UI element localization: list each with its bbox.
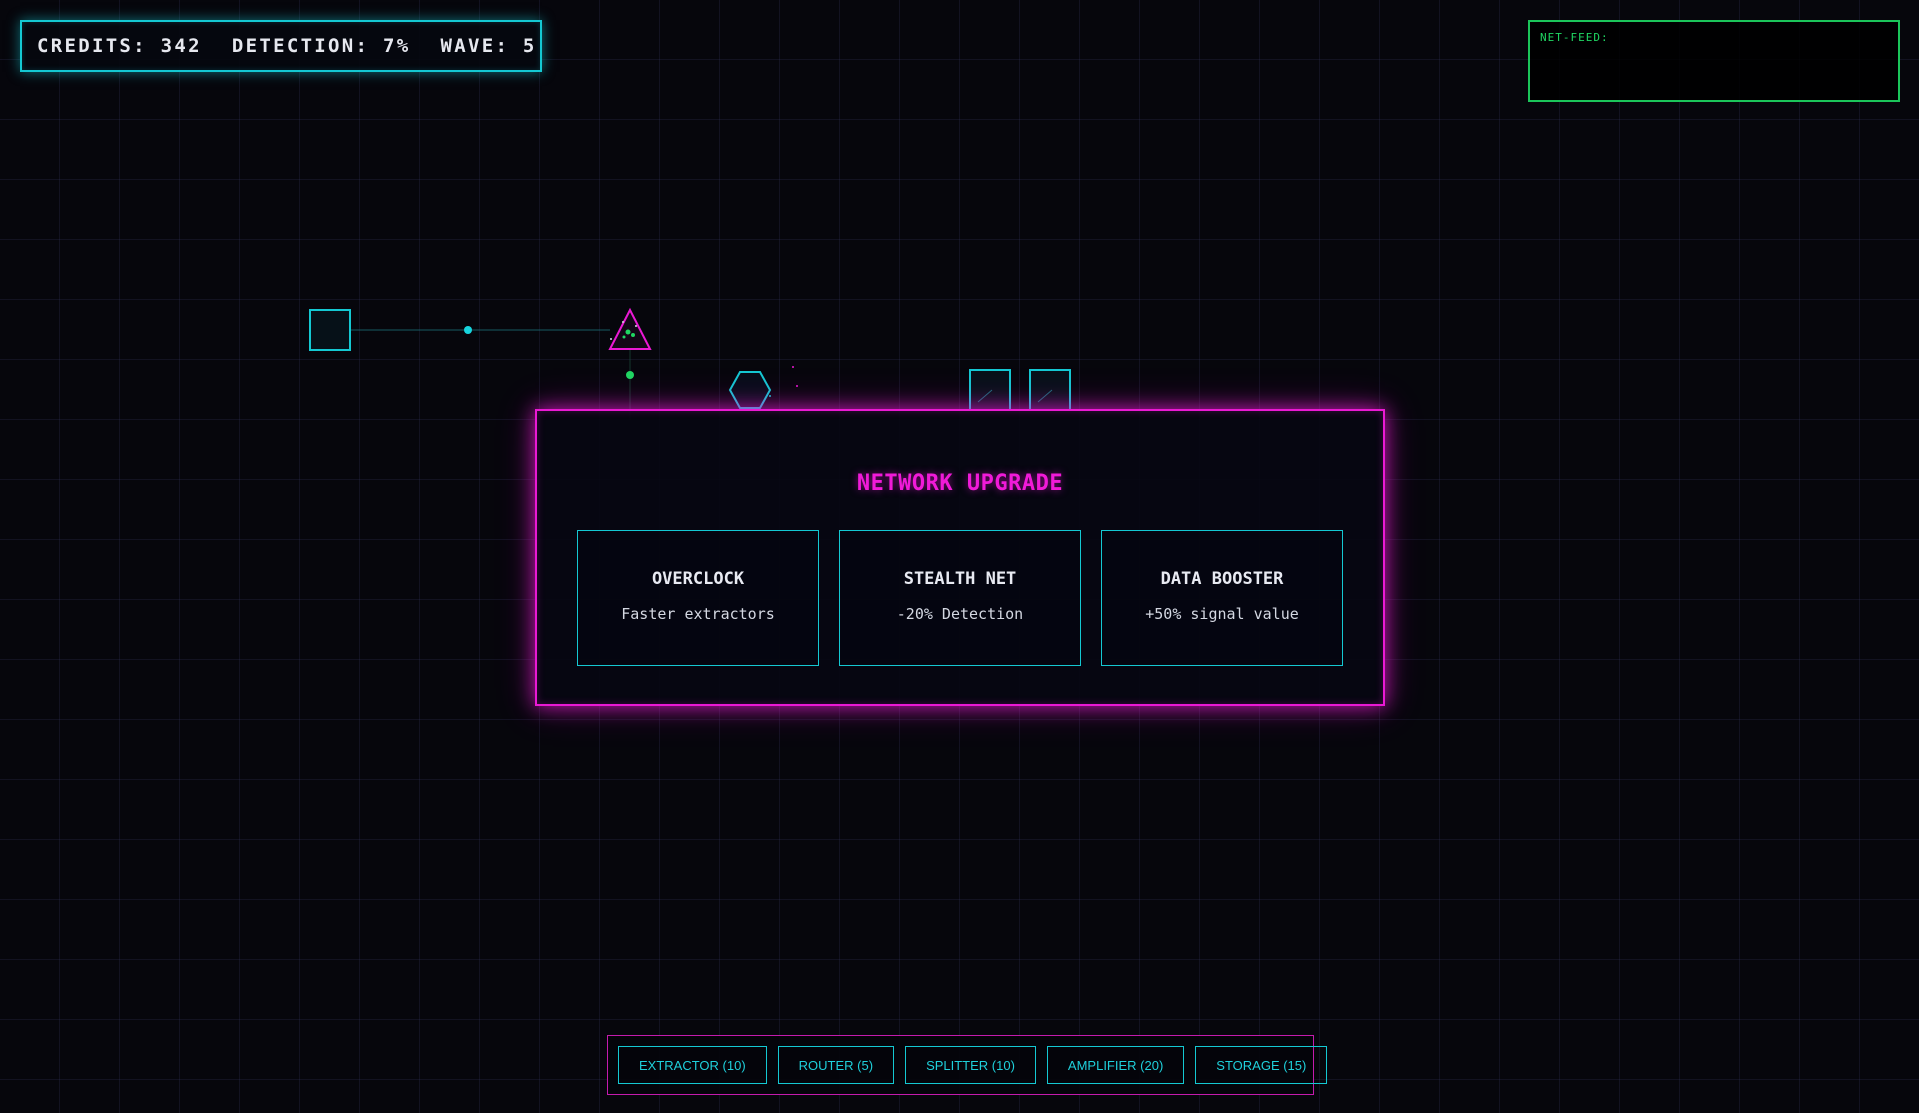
splitter-node[interactable]	[728, 371, 772, 409]
build-toolbar: EXTRACTOR (10) ROUTER (5) SPLITTER (10) …	[607, 1035, 1328, 1095]
detection-display: DETECTION: 7%	[231, 35, 411, 57]
modal-title: NETWORK UPGRADE	[856, 471, 1064, 496]
hud-stats: CREDITS: 342 DETECTION: 7% WAVE: 5	[20, 20, 542, 72]
upgrade-card-stealth-net[interactable]: STEALTH NET -20% Detection	[839, 530, 1081, 666]
upgrade-modal: NETWORK UPGRADE OVERCLOCK Faster extract…	[535, 409, 1385, 706]
spark	[635, 325, 637, 327]
upgrade-description: +50% signal value	[1145, 605, 1299, 623]
spark	[622, 335, 626, 339]
spark	[625, 329, 631, 335]
build-amplifier-button[interactable]: AMPLIFIER (20)	[1046, 1046, 1185, 1084]
upgrade-card-data-booster[interactable]: DATA BOOSTER +50% signal value	[1101, 530, 1343, 666]
router-node[interactable]	[608, 307, 652, 350]
data-packet	[626, 371, 634, 379]
upgrade-options: OVERCLOCK Faster extractors STEALTH NET …	[577, 530, 1343, 666]
net-feed-label: NET-FEED:	[1540, 31, 1609, 44]
data-packet	[464, 326, 472, 334]
spark	[792, 366, 794, 368]
build-router-button[interactable]: ROUTER (5)	[777, 1046, 895, 1084]
spark	[610, 338, 612, 340]
spark	[769, 395, 771, 397]
build-splitter-button[interactable]: SPLITTER (10)	[905, 1046, 1036, 1084]
upgrade-description: -20% Detection	[896, 605, 1024, 623]
credits-display: CREDITS: 342	[37, 35, 202, 57]
storage-node[interactable]	[1029, 369, 1071, 411]
wave-display: WAVE: 5	[440, 35, 537, 57]
upgrade-name: STEALTH NET	[903, 569, 1017, 589]
upgrade-card-overclock[interactable]: OVERCLOCK Faster extractors	[577, 530, 819, 666]
spark	[796, 385, 798, 387]
net-feed-panel: NET-FEED:	[1528, 20, 1900, 102]
upgrade-name: DATA BOOSTER	[1160, 569, 1284, 589]
spark	[631, 333, 635, 337]
upgrade-name: OVERCLOCK	[651, 569, 745, 589]
upgrade-description: Faster extractors	[621, 605, 775, 623]
spark	[622, 321, 624, 323]
build-extractor-button[interactable]: EXTRACTOR (10)	[618, 1046, 767, 1084]
extractor-node[interactable]	[309, 309, 351, 351]
storage-node[interactable]	[969, 369, 1011, 411]
build-storage-button[interactable]: STORAGE (15)	[1195, 1046, 1328, 1084]
